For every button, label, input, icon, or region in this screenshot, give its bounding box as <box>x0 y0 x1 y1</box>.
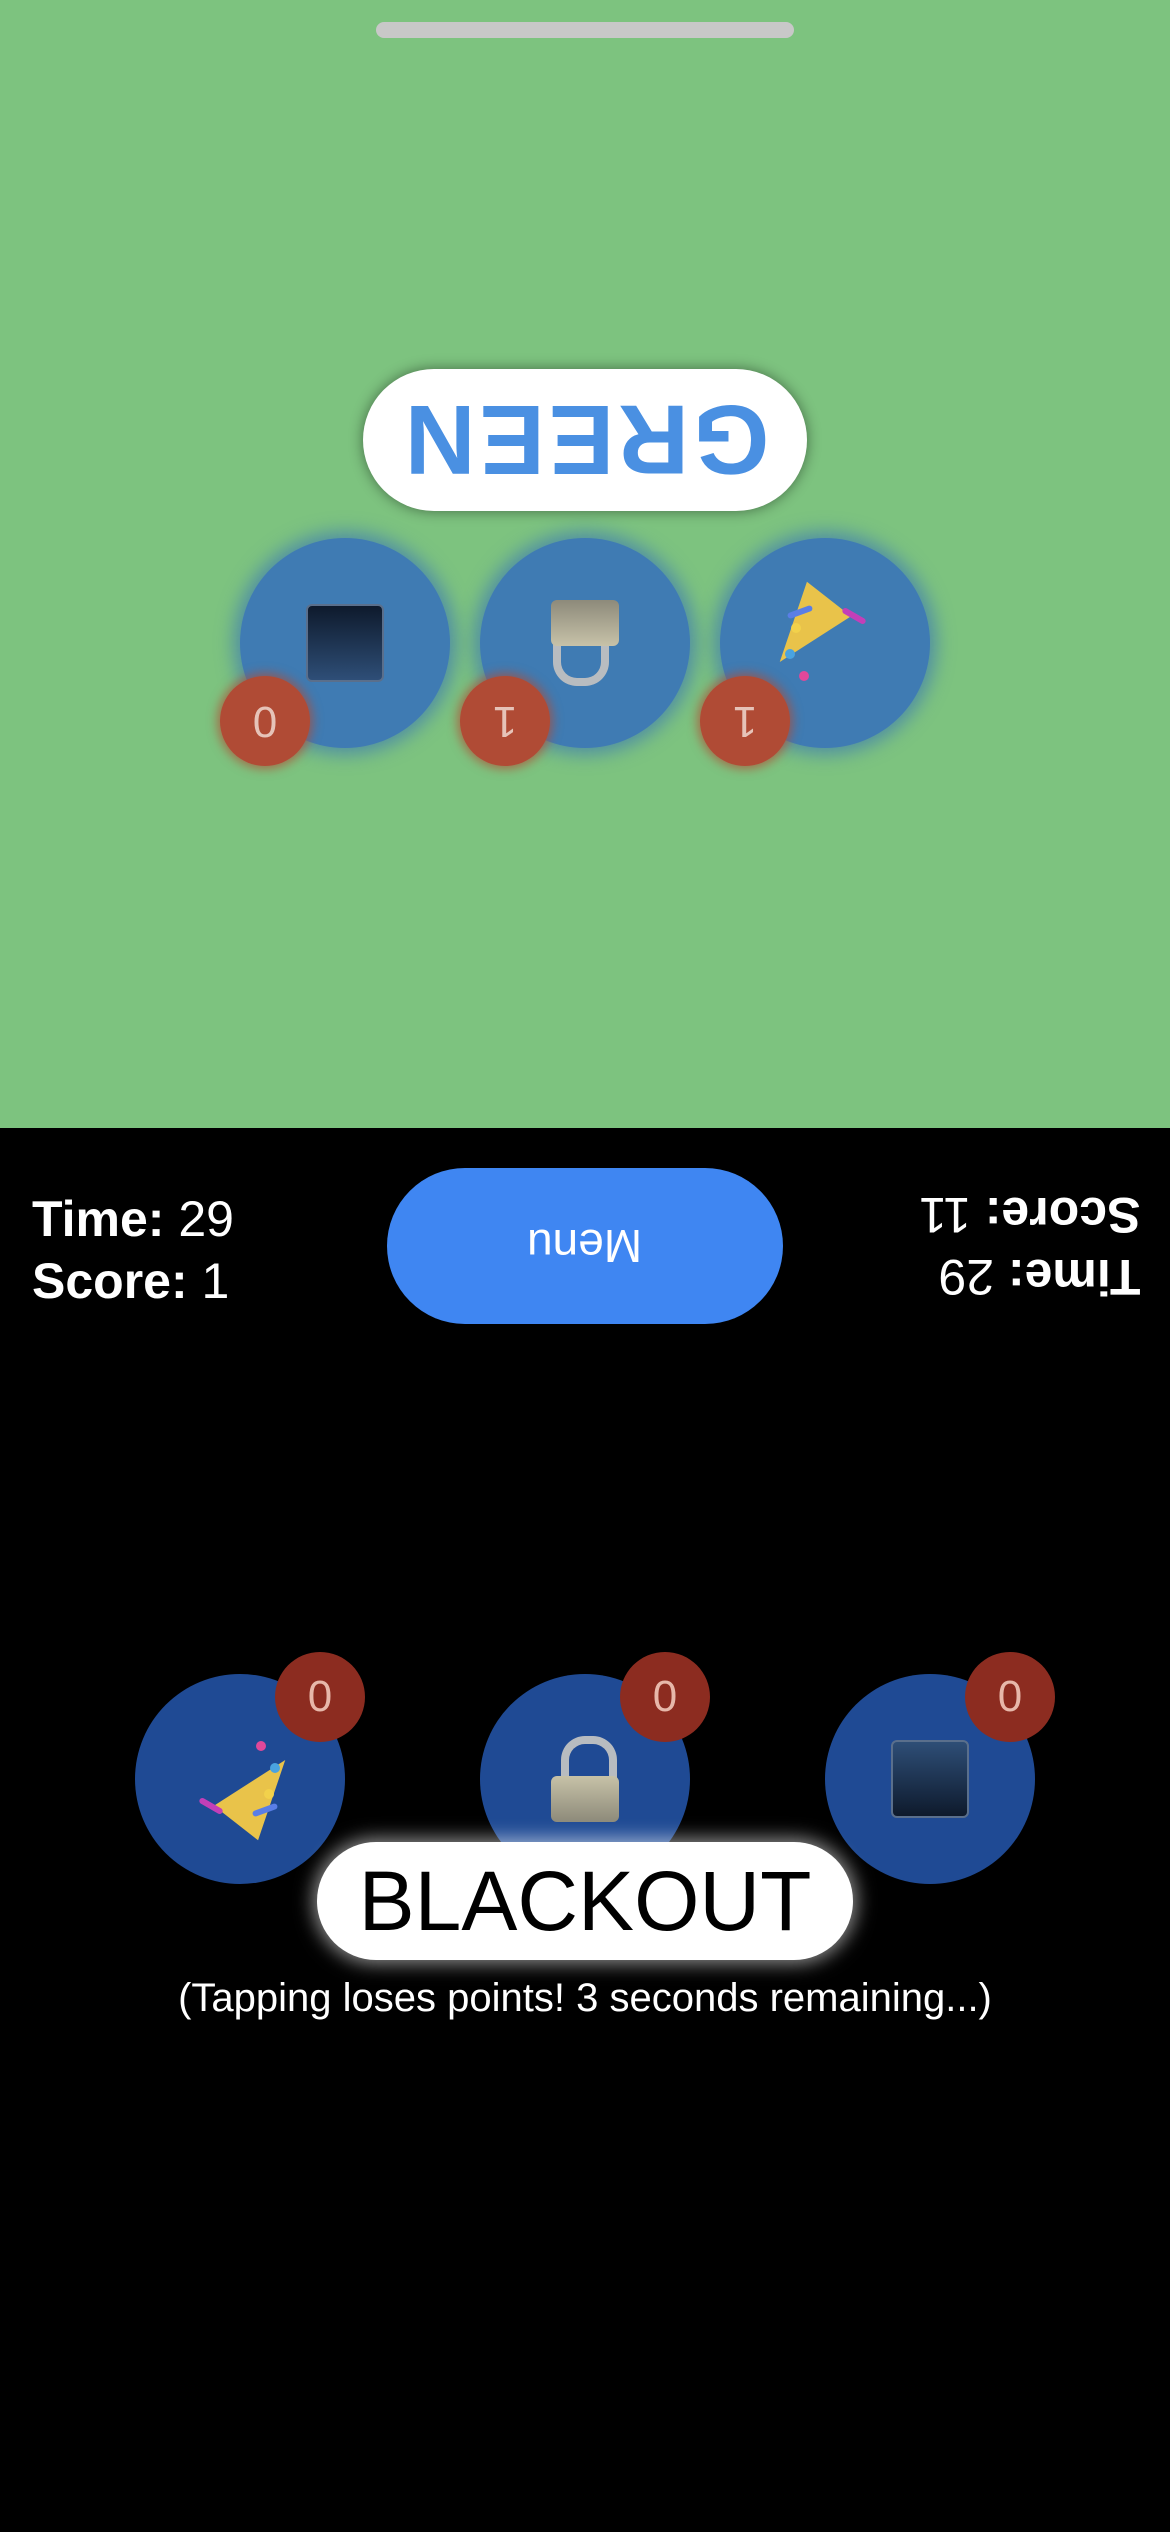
opponent-lock-count-badge: 1 <box>460 676 550 766</box>
player-party-button[interactable]: 0 <box>135 1652 365 1884</box>
party-popper-icon <box>757 581 871 689</box>
opponent-hud: Time: 29 Score: 11 <box>919 1184 1140 1308</box>
opponent-time-label: Time: <box>1007 1249 1140 1305</box>
opponent-square-count-badge: 0 <box>220 676 310 766</box>
opponent-area: GREEN 1 1 0 <box>0 0 1170 1128</box>
player-area: Time: 29 Score: 1 Menu Time: 29 Score: 1… <box>0 1128 1170 2532</box>
player-score-value: 1 <box>201 1253 230 1309</box>
player-time-label: Time: <box>32 1191 165 1247</box>
opponent-square-button[interactable]: 0 <box>220 538 450 766</box>
player-button-row: 0 0 0 <box>0 1520 1170 1884</box>
lock-icon <box>547 600 623 686</box>
player-party-count-badge: 0 <box>275 1652 365 1742</box>
opponent-score-label: Score: <box>984 1187 1140 1243</box>
blue-square-icon <box>306 604 384 682</box>
opponent-party-button[interactable]: 1 <box>700 538 930 766</box>
opponent-party-count-badge: 1 <box>700 676 790 766</box>
menu-button[interactable]: Menu <box>387 1168 783 1324</box>
player-hud: Time: 29 Score: 1 <box>32 1188 234 1312</box>
opponent-rotated-container: GREEN 1 1 0 <box>0 0 1170 1128</box>
player-square-count-badge: 0 <box>965 1652 1055 1742</box>
player-score-label: Score: <box>32 1253 188 1309</box>
player-time-value: 29 <box>178 1191 234 1247</box>
player-square-button[interactable]: 0 <box>825 1652 1055 1884</box>
opponent-time-value: 29 <box>938 1249 994 1305</box>
player-color-word: BLACKOUT <box>317 1842 853 1960</box>
opponent-lock-button[interactable]: 1 <box>460 538 690 766</box>
opponent-button-row: 1 1 0 <box>0 448 1170 766</box>
opponent-score-value: 11 <box>918 1187 971 1243</box>
home-indicator <box>376 22 794 38</box>
player-lock-count-badge: 0 <box>620 1652 710 1742</box>
blue-square-icon <box>891 1740 969 1818</box>
status-hint: (Tapping loses points! 3 seconds remaini… <box>178 1976 992 2020</box>
party-popper-icon <box>194 1733 308 1841</box>
menu-button-label: Menu <box>527 1220 643 1272</box>
lock-icon <box>547 1736 623 1822</box>
